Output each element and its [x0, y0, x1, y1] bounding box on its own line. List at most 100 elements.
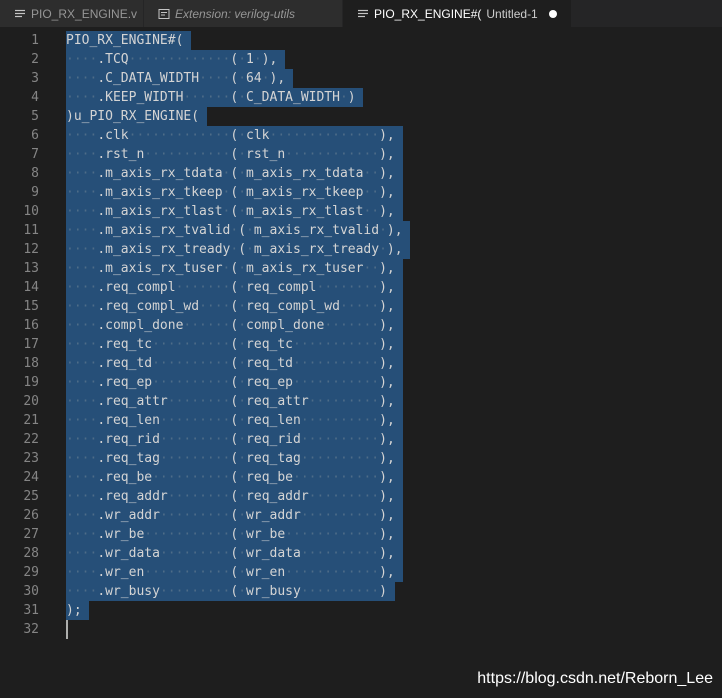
code-text[interactable]: )u_PIO_RX_ENGINE( — [66, 107, 207, 126]
code-editor[interactable]: 1 PIO_RX_ENGINE#( 2 ····.TCQ·············(·… — [0, 27, 722, 698]
line-number: 15 — [23, 299, 39, 314]
line-number: 20 — [23, 394, 39, 409]
code-line[interactable]: 5 )u_PIO_RX_ENGINE( — [0, 107, 722, 126]
code-text[interactable]: ····.req_td··········(·req_td···········… — [66, 354, 403, 373]
line-number: 9 — [31, 185, 39, 200]
line-number: 4 — [31, 90, 39, 105]
code-text[interactable]: ····.C_DATA_WIDTH····(·64·), — [66, 69, 293, 88]
code-text[interactable]: ····.TCQ·············(·1·), — [66, 50, 286, 69]
code-line[interactable]: 32 — [0, 620, 722, 639]
code-line[interactable]: 26 ····.wr_addr·········(·wr_addr········… — [0, 506, 722, 525]
code-text[interactable]: ····.wr_busy·········(·wr_busy··········… — [66, 582, 395, 601]
code-text[interactable]: ····.req_addr········(·req_addr·········… — [66, 487, 403, 506]
code-line[interactable]: 2 ····.TCQ·············(·1·), — [0, 50, 722, 69]
line-number: 12 — [23, 242, 39, 257]
tab-pio-rx-engine-v[interactable]: PIO_RX_ENGINE.v — [0, 0, 144, 27]
code-text[interactable]: ····.wr_data·········(·wr_data··········… — [66, 544, 403, 563]
code-text[interactable]: ····.req_len·········(·req_len··········… — [66, 411, 403, 430]
code-line[interactable]: 23 ····.req_tag·········(·req_tag········… — [0, 449, 722, 468]
code-line[interactable]: 4 ····.KEEP_WIDTH······(·C_DATA_WIDTH·) — [0, 88, 722, 107]
tab-label: Extension: verilog-utils — [175, 6, 296, 21]
line-number: 7 — [31, 147, 39, 162]
code-text[interactable]: ····.req_tag·········(·req_tag··········… — [66, 449, 403, 468]
unsaved-dot-icon[interactable] — [548, 9, 557, 18]
line-number: 22 — [23, 432, 39, 447]
code-text[interactable]: ····.req_attr········(·req_attr·········… — [66, 392, 403, 411]
code-line[interactable]: 12 ····.m_axis_rx_tready·(·m_axis_rx_trea… — [0, 240, 722, 259]
code-text[interactable]: ····.m_axis_rx_tready·(·m_axis_rx_tready… — [66, 240, 411, 259]
code-line[interactable]: 28 ····.wr_data·········(·wr_data········… — [0, 544, 722, 563]
code-text[interactable]: ····.m_axis_rx_tvalid·(·m_axis_rx_tvalid… — [66, 221, 411, 240]
code-text[interactable]: ····.compl_done······(·compl_done·······… — [66, 316, 403, 335]
line-number: 26 — [23, 508, 39, 523]
code-line[interactable]: 22 ····.req_rid·········(·req_rid········… — [0, 430, 722, 449]
code-line[interactable]: 24 ····.req_be··········(·req_be·········… — [0, 468, 722, 487]
watermark: https://blog.csdn.net/Reborn_Lee — [477, 670, 713, 687]
line-number: 27 — [23, 527, 39, 542]
code-line[interactable]: 10 ····.m_axis_rx_tlast·(·m_axis_rx_tlast… — [0, 202, 722, 221]
lines-icon — [14, 8, 26, 20]
code-text[interactable]: ····.KEEP_WIDTH······(·C_DATA_WIDTH·) — [66, 88, 364, 107]
code-text[interactable]: ····.wr_be···········(·wr_be············… — [66, 525, 403, 544]
code-text[interactable]: ····.m_axis_rx_tkeep·(·m_axis_rx_tkeep··… — [66, 183, 403, 202]
line-number: 25 — [23, 489, 39, 504]
code-line[interactable]: 6 ····.clk·············(·clk·············… — [0, 126, 722, 145]
line-number: 6 — [31, 128, 39, 143]
code-line[interactable]: 7 ····.rst_n···········(·rst_n···········… — [0, 145, 722, 164]
code-line[interactable]: 17 ····.req_tc··········(·req_tc·········… — [0, 335, 722, 354]
code-text[interactable]: ····.req_compl_wd····(·req_compl_wd·····… — [66, 297, 403, 316]
code-text[interactable]: ····.req_ep··········(·req_ep···········… — [66, 373, 403, 392]
code-line[interactable]: 8 ····.m_axis_rx_tdata·(·m_axis_rx_tdata·… — [0, 164, 722, 183]
code-text[interactable]: ····.req_rid·········(·req_rid··········… — [66, 430, 403, 449]
code-line[interactable]: 1 PIO_RX_ENGINE#( — [0, 31, 722, 50]
code-line[interactable]: 20 ····.req_attr········(·req_attr·······… — [0, 392, 722, 411]
code-text[interactable]: PIO_RX_ENGINE#( — [66, 31, 192, 50]
line-number: 2 — [31, 52, 39, 67]
code-text[interactable]: ····.m_axis_rx_tuser·(·m_axis_rx_tuser··… — [66, 259, 403, 278]
code-line[interactable]: 21 ····.req_len·········(·req_len········… — [0, 411, 722, 430]
code-line[interactable]: 3 ····.C_DATA_WIDTH····(·64·), — [0, 69, 722, 88]
code-line[interactable]: 25 ····.req_addr········(·req_addr·······… — [0, 487, 722, 506]
code-line[interactable]: 27 ····.wr_be···········(·wr_be··········… — [0, 525, 722, 544]
code-text[interactable]: ····.req_compl·······(·req_compl········… — [66, 278, 403, 297]
code-text[interactable]: ····.wr_en···········(·wr_en············… — [66, 563, 403, 582]
line-number: 29 — [23, 565, 39, 580]
line-number: 16 — [23, 318, 39, 333]
line-number: 11 — [23, 223, 39, 238]
code-text[interactable]: ); — [66, 601, 90, 620]
line-number: 18 — [23, 356, 39, 371]
tab-untitled-1[interactable]: PIO_RX_ENGINE#( Untitled-1 — [343, 0, 572, 27]
code-line[interactable]: 9 ····.m_axis_rx_tkeep·(·m_axis_rx_tkeep·… — [0, 183, 722, 202]
code-line[interactable]: 16 ····.compl_done······(·compl_done·····… — [0, 316, 722, 335]
code-line[interactable]: 30 ····.wr_busy·········(·wr_busy········… — [0, 582, 722, 601]
code-line[interactable]: 29 ····.wr_en···········(·wr_en··········… — [0, 563, 722, 582]
code-text[interactable]: ····.m_axis_rx_tlast·(·m_axis_rx_tlast··… — [66, 202, 403, 221]
line-number: 30 — [23, 584, 39, 599]
line-number: 1 — [31, 33, 39, 48]
text-cursor — [66, 620, 68, 639]
code-line[interactable]: 19 ····.req_ep··········(·req_ep·········… — [0, 373, 722, 392]
code-text[interactable]: ····.req_be··········(·req_be···········… — [66, 468, 403, 487]
line-number: 5 — [31, 109, 39, 124]
line-number: 24 — [23, 470, 39, 485]
code-line[interactable]: 31); — [0, 601, 722, 620]
code-line[interactable]: 18 ····.req_td··········(·req_td·········… — [0, 354, 722, 373]
code-line[interactable]: 15 ····.req_compl_wd····(·req_compl_wd···… — [0, 297, 722, 316]
line-number: 14 — [23, 280, 39, 295]
line-number: 23 — [23, 451, 39, 466]
code-line[interactable]: 11 ····.m_axis_rx_tvalid·(·m_axis_rx_tval… — [0, 221, 722, 240]
code-text[interactable]: ····.wr_addr·········(·wr_addr··········… — [66, 506, 403, 525]
line-number: 8 — [31, 166, 39, 181]
tab-extension-verilog-utils[interactable]: Extension: verilog-utils — [144, 0, 343, 27]
code-text[interactable]: ····.m_axis_rx_tdata·(·m_axis_rx_tdata··… — [66, 164, 403, 183]
code-line[interactable]: 13 ····.m_axis_rx_tuser·(·m_axis_rx_tuser… — [0, 259, 722, 278]
line-number: 3 — [31, 71, 39, 86]
code-text[interactable]: ····.rst_n···········(·rst_n············… — [66, 145, 403, 164]
line-number: 28 — [23, 546, 39, 561]
tab-sublabel: Untitled-1 — [486, 6, 538, 21]
tab-bar: PIO_RX_ENGINE.v Extension: verilog-utils… — [0, 0, 722, 27]
code-line[interactable]: 14 ····.req_compl·······(·req_compl······… — [0, 278, 722, 297]
code-text[interactable]: ····.req_tc··········(·req_tc···········… — [66, 335, 403, 354]
code-text[interactable]: ····.clk·············(·clk··············… — [66, 126, 403, 145]
line-number: 17 — [23, 337, 39, 352]
